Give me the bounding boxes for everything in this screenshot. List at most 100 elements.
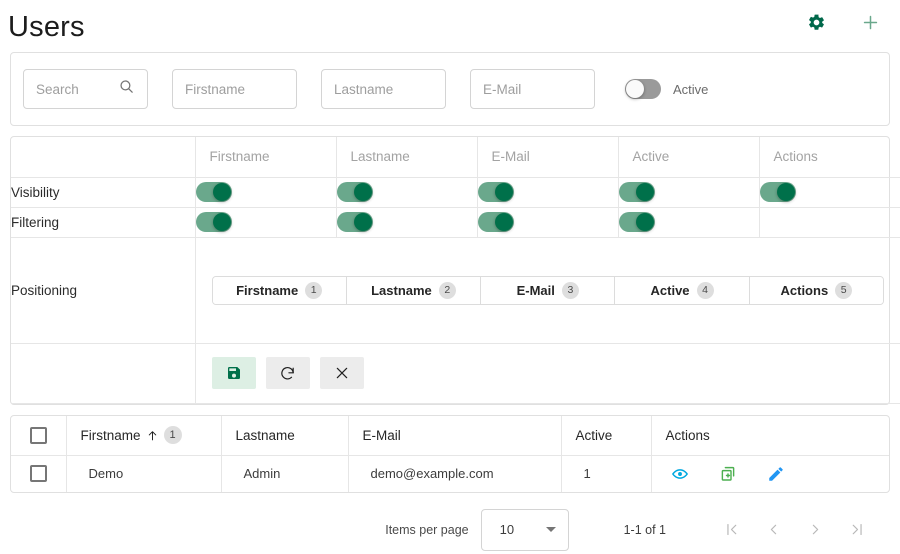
visibility-toggle-actions[interactable] [759,182,796,202]
refresh-icon [281,366,294,379]
position-chip-label: Firstname [236,282,299,298]
filtering-toggle-lastname-cell [335,206,478,238]
lastname-filter-field[interactable] [321,69,446,109]
visibility-toggle-active[interactable] [618,182,655,202]
visibility-toggle-active-cell [617,176,760,208]
select-all-checkbox[interactable] [29,426,47,444]
settings-col-active: Active [617,137,760,178]
header-active[interactable]: Active [561,415,652,456]
search-field[interactable] [23,69,148,109]
visibility-toggle-email[interactable] [477,182,514,202]
next-page-button[interactable] [794,514,836,546]
row-checkbox[interactable] [29,465,47,483]
previous-page-button[interactable] [752,514,794,546]
active-filter-label: Active [673,81,709,97]
filtering-row: Filtering [11,206,900,238]
cell-email: demo@example.com [348,455,562,492]
header-actions: Actions [651,415,889,456]
first-page-button[interactable] [710,514,752,546]
position-order-badge: 5 [835,281,853,299]
select-all-header-cell [11,415,67,456]
visibility-toggle-actions-cell [758,176,900,208]
visibility-toggle-lastname[interactable] [336,182,373,202]
view-icon[interactable] [670,464,690,484]
position-chip-email[interactable]: E-Mail 3 [481,276,616,304]
gear-icon[interactable] [804,10,828,34]
filtering-toggle-firstname[interactable] [195,212,232,232]
filtering-toggle-email[interactable] [477,212,514,232]
position-chip-label: Active [650,282,690,298]
toggle-knob [212,183,231,201]
items-per-page-select[interactable]: 10 [480,508,569,551]
duplicate-copy-icon-glyph [721,466,734,481]
sort-order-badge: 1 [163,426,182,445]
email-filter-field[interactable] [470,69,595,109]
visibility-toggle-firstname[interactable] [195,182,232,202]
lastname-filter-input[interactable] [334,81,433,97]
settings-button-row-spacer [11,342,196,404]
filtering-toggle-lastname[interactable] [336,212,373,232]
header-firstname-label: Firstname [80,427,141,443]
visibility-toggle-firstname-cell [194,176,337,208]
toggle-knob [212,213,231,231]
position-chip-actions[interactable]: Actions 5 [749,276,883,304]
toggle-knob [635,213,654,231]
visibility-row-label: Visibility [11,176,196,208]
filtering-toggle-active-cell [617,206,760,238]
last-page-button[interactable] [836,514,878,546]
sort-ascending-arrow-icon [148,430,156,441]
header-lastname[interactable]: Lastname [221,415,349,456]
position-chip-lastname[interactable]: Lastname 2 [346,276,482,304]
table-row: Demo Admin demo@example.com 1 [11,455,889,492]
header-email[interactable]: E-Mail [348,415,562,456]
toggle-knob [353,213,372,231]
first-page-icon [726,523,736,536]
cell-lastname: Admin [221,455,349,492]
page-range-label: 1-1 of 1 [623,522,666,537]
reset-button[interactable] [265,357,310,389]
firstname-filter-input[interactable] [185,81,284,97]
settings-corner-cell [11,137,196,178]
position-order-badge: 3 [561,281,579,299]
position-chip-label: E-Mail [516,282,555,298]
column-settings-card: Firstname Lastname E-Mail Active Actions… [10,136,900,405]
position-chip-firstname[interactable]: Firstname 1 [212,276,347,304]
cell-firstname: Demo [66,455,222,492]
save-button[interactable] [211,357,256,389]
users-table-header-row: Firstname 1 Lastname E-Mail Active Actio… [11,415,889,456]
plus-icon-glyph [863,15,877,29]
firstname-filter-field[interactable] [172,69,297,109]
edit-pencil-icon-glyph [768,466,783,481]
visibility-toggle-email-cell [476,176,619,208]
filtering-toggle-firstname-cell [194,206,337,238]
filter-card: Active [10,52,890,126]
chevron-right-icon [812,524,818,535]
settings-button-row [11,342,900,404]
settings-col-actions: Actions [758,137,900,178]
search-input[interactable] [36,81,112,97]
close-button[interactable] [319,357,364,389]
filter-bar: Active [11,53,889,125]
settings-col-lastname: Lastname [335,137,478,178]
active-filter-group: Active [625,79,708,99]
positioning-row-label: Positioning [11,236,196,344]
position-order-badge: 1 [305,281,323,299]
edit-icon[interactable] [766,464,786,484]
visibility-row: Visibility [11,176,900,208]
header-firstname[interactable]: Firstname 1 [66,415,222,456]
duplicate-icon[interactable] [718,464,738,484]
visibility-toggle-lastname-cell [335,176,478,208]
users-table: Firstname 1 Lastname E-Mail Active Actio… [11,415,889,492]
toggle-knob [353,183,372,201]
positioning-chip-group: Firstname 1 Lastname 2 E-Mail 3 Active 4… [211,275,884,305]
email-filter-input[interactable] [483,81,582,97]
filtering-toggle-active[interactable] [618,212,655,232]
plus-icon[interactable] [858,10,882,34]
cell-active: 1 [561,455,652,492]
page-title: Users [8,11,85,43]
active-filter-toggle[interactable] [625,79,661,99]
toggle-knob [776,183,795,201]
items-per-page-value: 10 [499,522,515,537]
settings-col-email: E-Mail [476,137,619,178]
position-chip-active[interactable]: Active 4 [615,276,750,304]
